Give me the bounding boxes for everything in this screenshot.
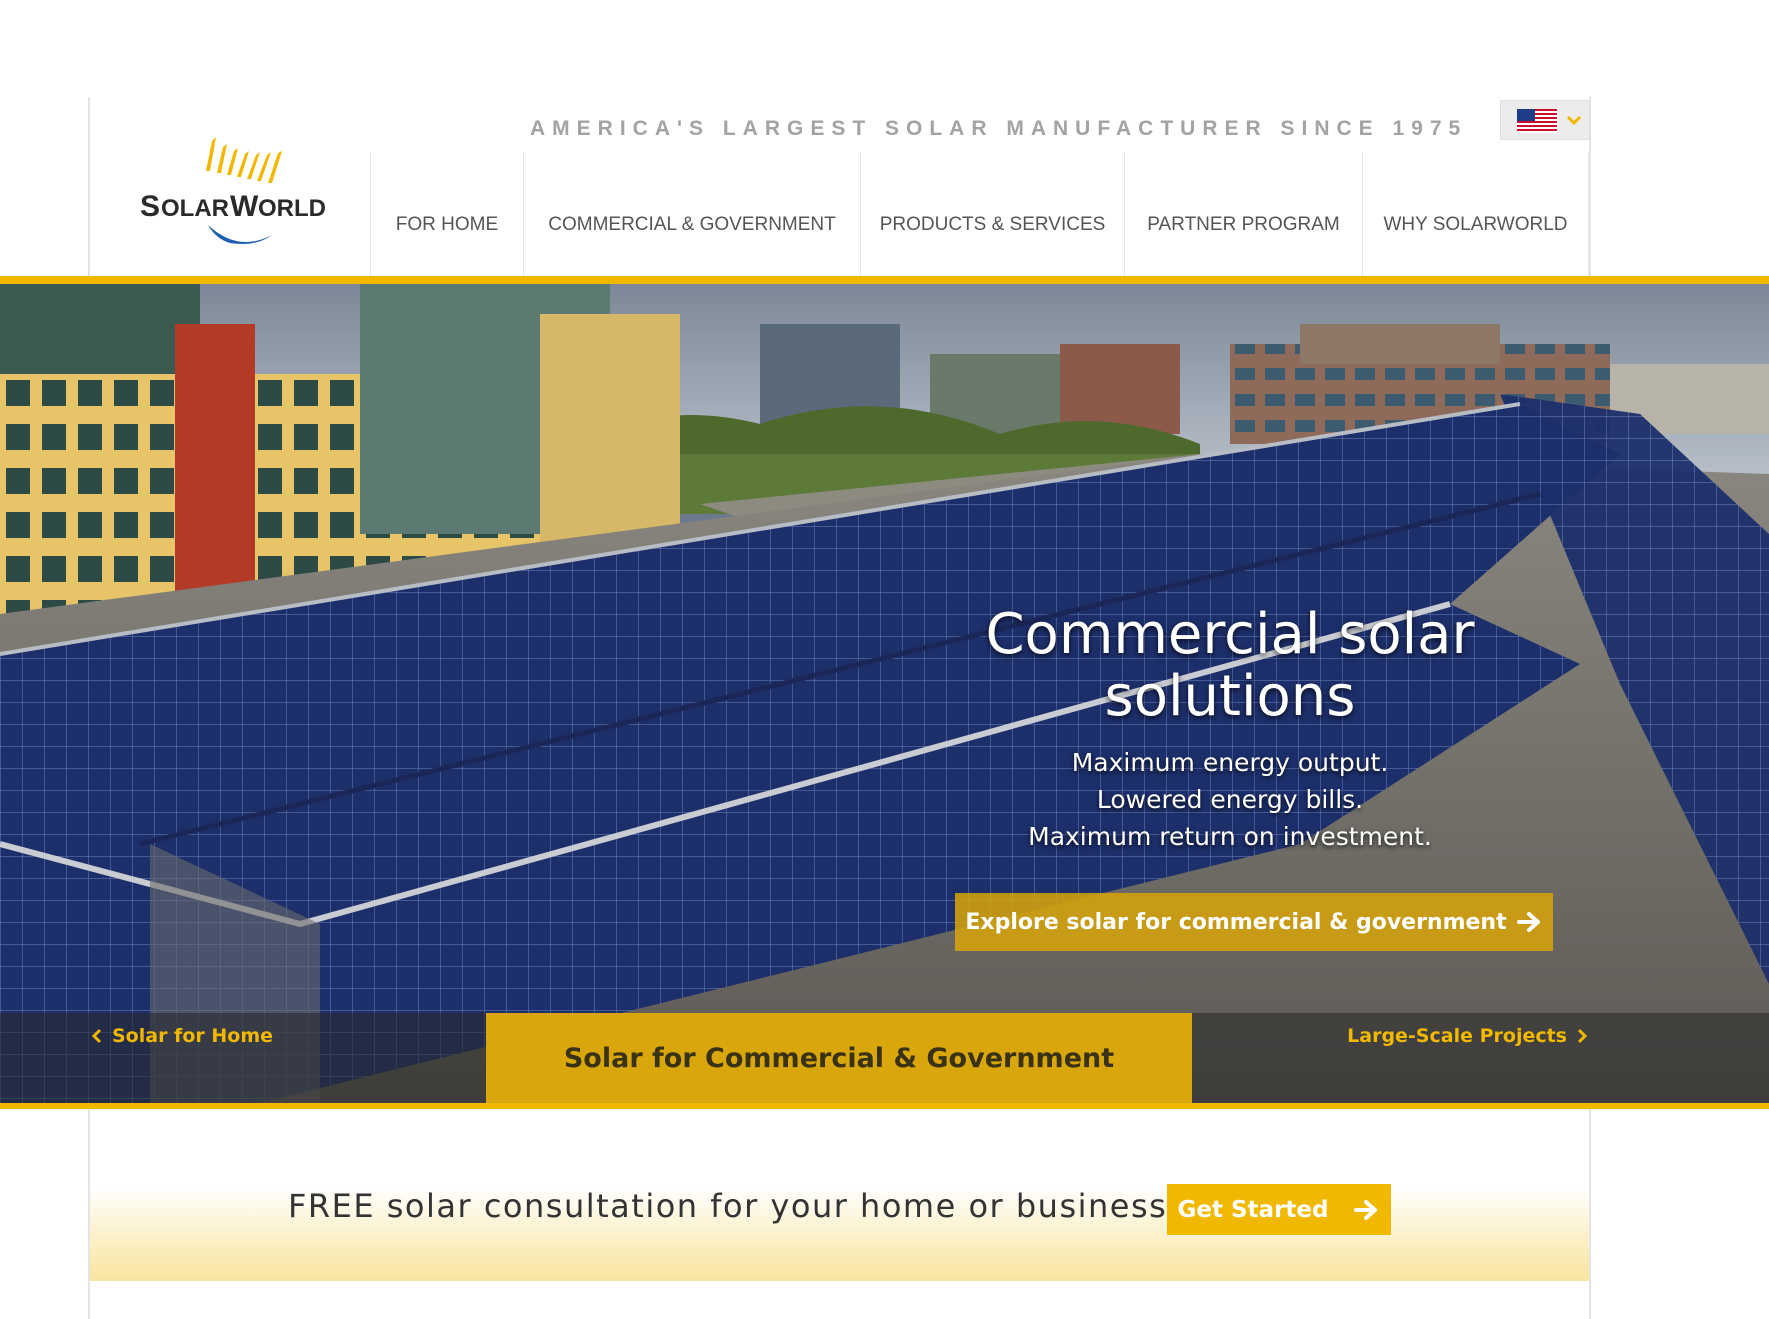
arrow-right-icon bbox=[1516, 912, 1540, 932]
chevron-down-icon bbox=[1566, 115, 1582, 126]
explore-commercial-label: Explore solar for commercial & governmen… bbox=[965, 909, 1507, 935]
slider-tabs: Solar for Home Solar for Commercial & Go… bbox=[0, 1013, 1769, 1103]
svg-text:OLAR: OLAR bbox=[161, 195, 229, 222]
hero-title-line-2: solutions bbox=[1104, 664, 1356, 729]
hero-title-line-1: Commercial solar bbox=[985, 602, 1475, 667]
get-started-button[interactable]: Get Started bbox=[1167, 1184, 1391, 1235]
hero-subtitle-line-3: Maximum return on investment. bbox=[1028, 822, 1432, 851]
explore-commercial-button[interactable]: Explore solar for commercial & governmen… bbox=[955, 893, 1553, 951]
tab-solar-for-commercial-government[interactable]: Solar for Commercial & Government bbox=[486, 1013, 1192, 1103]
consultation-text: FREE solar consultation for your home or… bbox=[288, 1187, 1168, 1225]
arrow-right-icon bbox=[1354, 1199, 1378, 1220]
svg-text:S: S bbox=[140, 190, 160, 223]
solarworld-logo-graphic: S OLAR W ORLD bbox=[140, 137, 326, 244]
hero-border-top bbox=[0, 276, 1769, 284]
tab-next-link[interactable]: Large-Scale Projects bbox=[1347, 1025, 1589, 1047]
tagline: AMERICA'S LARGEST SOLAR MANUFACTURER SIN… bbox=[530, 117, 1468, 140]
main-nav: FOR HOME COMMERCIAL & GOVERNMENT PRODUCT… bbox=[370, 152, 1589, 277]
tab-next-label: Large-Scale Projects bbox=[1347, 1025, 1567, 1047]
svg-text:W: W bbox=[230, 190, 259, 223]
svg-text:ORLD: ORLD bbox=[258, 195, 326, 222]
hero-subtitle-line-2: Lowered energy bills. bbox=[1096, 785, 1364, 814]
nav-for-home[interactable]: FOR HOME bbox=[370, 152, 523, 277]
hero-subtitle-line-1: Maximum energy output. bbox=[1071, 748, 1389, 777]
page: S OLAR W ORLD AMERICA'S LARGEST SOLAR MA… bbox=[0, 0, 1769, 1319]
solarworld-logo[interactable]: S OLAR W ORLD bbox=[120, 117, 340, 257]
hero-slider: Commercial solar solutions Maximum energ… bbox=[0, 284, 1769, 1103]
nav-why-solarworld[interactable]: WHY SOLARWORLD bbox=[1362, 152, 1589, 277]
tab-prev-label: Solar for Home bbox=[112, 1025, 273, 1047]
tab-prev-link[interactable]: Solar for Home bbox=[90, 1025, 273, 1047]
hero-title: Commercial solar solutions bbox=[930, 604, 1530, 728]
get-started-label: Get Started bbox=[1177, 1196, 1329, 1223]
nav-partner-program[interactable]: PARTNER PROGRAM bbox=[1124, 152, 1362, 277]
consultation-band: FREE solar consultation for your home or… bbox=[90, 1109, 1589, 1281]
chevron-left-icon bbox=[91, 1028, 102, 1044]
nav-products-services[interactable]: PRODUCTS & SERVICES bbox=[860, 152, 1124, 277]
hero-text: Commercial solar solutions Maximum energ… bbox=[930, 604, 1530, 855]
nav-commercial-government[interactable]: COMMERCIAL & GOVERNMENT bbox=[523, 152, 860, 277]
chevron-right-icon bbox=[1577, 1028, 1588, 1044]
site-header: S OLAR W ORLD AMERICA'S LARGEST SOLAR MA… bbox=[90, 97, 1590, 277]
hero-subtitle: Maximum energy output. Lowered energy bi… bbox=[930, 744, 1530, 855]
language-selector[interactable] bbox=[1500, 100, 1590, 140]
tab-solar-for-home[interactable]: Solar for Home bbox=[0, 1013, 486, 1103]
us-flag-icon bbox=[1517, 109, 1557, 133]
tab-large-scale-projects[interactable]: Large-Scale Projects bbox=[1192, 1013, 1769, 1103]
